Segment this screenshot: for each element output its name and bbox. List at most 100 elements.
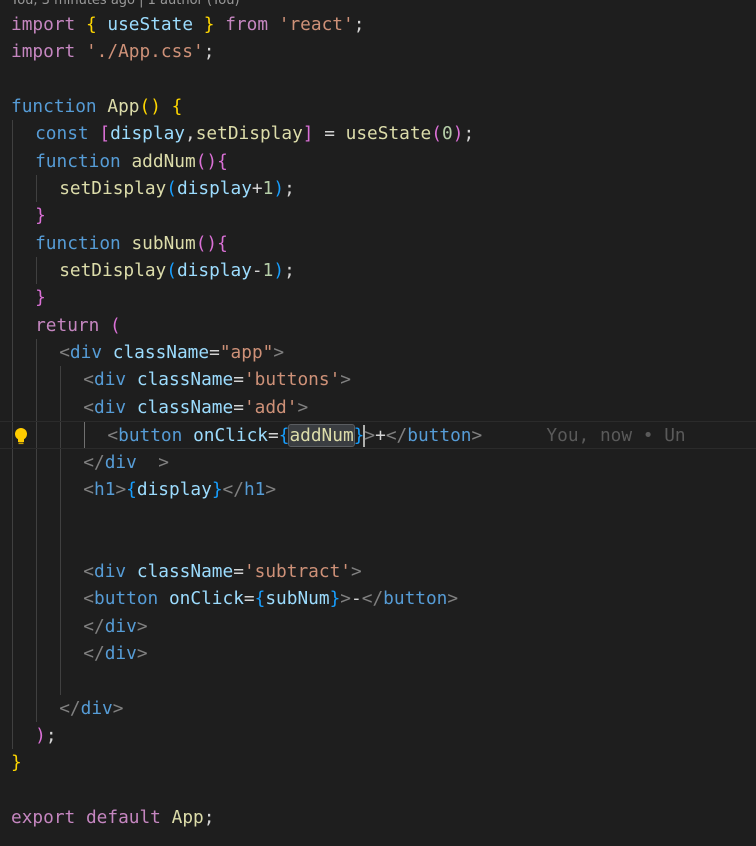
code-token: className <box>136 396 234 418</box>
code-line[interactable]: </div> <box>0 612 756 640</box>
code-token: 0 <box>442 123 453 145</box>
code-line[interactable]: setDisplay(display-1); <box>0 257 756 285</box>
code-token: 'buttons' <box>243 369 341 391</box>
indent-guide <box>12 284 13 312</box>
code-token: > <box>136 642 148 664</box>
indent-guide <box>12 339 13 367</box>
code-token: } <box>211 478 223 500</box>
code-token: addNum <box>131 150 196 172</box>
code-line[interactable]: } <box>0 284 756 312</box>
code-line[interactable]: </div > <box>0 448 756 476</box>
code-text: </div> <box>11 698 123 719</box>
code-token: div <box>94 396 127 418</box>
code-line[interactable] <box>0 777 756 804</box>
code-token: div <box>94 369 127 391</box>
code-line[interactable]: export default App; <box>0 804 756 831</box>
indent-guide <box>12 147 13 176</box>
code-token: subNum <box>265 588 330 610</box>
code-token: = <box>313 123 346 145</box>
code-line[interactable]: function subNum(){ <box>0 229 756 258</box>
code-line[interactable]: <button onClick={subNum}>-</button> <box>0 585 756 613</box>
code-line[interactable]: } <box>0 749 756 776</box>
code-token: , <box>185 123 196 145</box>
code-token: div <box>104 642 137 664</box>
code-line[interactable]: const [display,setDisplay] = useState(0)… <box>0 120 756 148</box>
code-text: setDisplay(display-1); <box>11 260 295 281</box>
code-token: ; <box>203 41 215 63</box>
code-line[interactable]: <h1>{display}</h1> <box>0 475 756 504</box>
code-token: ( <box>166 178 177 200</box>
indent-guide <box>12 475 13 504</box>
indent-guide <box>60 503 62 531</box>
code-line[interactable]: <button onClick={addNum}>+</button> You,… <box>0 421 756 449</box>
code-token: h1 <box>94 478 116 500</box>
code-line[interactable]: <div className='add'> <box>0 393 756 422</box>
code-text: <button onClick={subNum}>-</button> <box>11 588 458 609</box>
indent-guide <box>36 393 38 422</box>
indent-guide <box>60 422 62 448</box>
indent-guide <box>60 448 62 476</box>
code-line[interactable]: setDisplay(display+1); <box>0 175 756 203</box>
code-line[interactable]: <div className="app"> <box>0 339 756 367</box>
inline-blame: You, now • Un <box>482 425 686 447</box>
code-text: <div className="app"> <box>11 342 284 363</box>
code-line[interactable]: </div> <box>0 639 756 668</box>
code-token: setDisplay <box>59 260 167 282</box>
code-token: } <box>35 205 46 227</box>
codelens-blame-header[interactable]: You, 3 minutes ago | 1 author (You) <box>11 0 240 10</box>
code-line[interactable] <box>0 530 756 558</box>
code-line[interactable]: function App() { <box>0 93 756 120</box>
code-line[interactable]: import './App.css'; <box>0 38 756 65</box>
indent-guide <box>84 422 86 448</box>
code-line[interactable]: } <box>0 202 756 230</box>
code-token: - <box>251 260 263 282</box>
code-token: = <box>233 560 244 582</box>
code-token: } <box>11 752 22 774</box>
code-token: ) <box>273 260 285 282</box>
code-line[interactable]: import { useState } from 'react'; <box>0 11 756 38</box>
indent-guide <box>12 585 13 613</box>
code-line[interactable]: <div className='subtract'> <box>0 557 756 586</box>
indent-guide <box>36 475 38 504</box>
code-line[interactable] <box>0 66 756 93</box>
code-line[interactable]: <div className='buttons'> <box>0 366 756 394</box>
indent-guide <box>60 393 62 422</box>
indent-guide <box>12 393 13 422</box>
indent-guide <box>36 585 38 613</box>
code-editor[interactable]: import { useState } from 'react'; import … <box>0 11 756 831</box>
code-line[interactable] <box>0 503 756 531</box>
code-line[interactable]: ); <box>0 721 756 750</box>
code-token: { <box>254 588 266 610</box>
code-token: className <box>112 342 210 364</box>
code-line[interactable]: </div> <box>0 694 756 722</box>
indent-guide <box>60 612 62 640</box>
code-text: export default App; <box>11 807 214 828</box>
code-text: return ( <box>11 315 121 336</box>
code-token: = <box>268 425 279 447</box>
code-token: onClick <box>168 588 244 610</box>
indent-guide <box>12 257 13 285</box>
code-token: { <box>217 150 228 172</box>
indent-guide <box>12 639 13 668</box>
code-token: </ <box>385 425 408 447</box>
lightbulb-icon[interactable] <box>12 426 30 446</box>
code-token: div <box>104 615 137 637</box>
indent-guide <box>12 694 13 722</box>
code-line[interactable]: function addNum(){ <box>0 147 756 176</box>
code-line[interactable]: return ( <box>0 311 756 340</box>
code-text: <h1>{display}</h1> <box>11 479 276 500</box>
code-text: </div > <box>11 452 169 473</box>
code-token: - <box>351 588 362 610</box>
indent-guide <box>36 257 38 285</box>
code-line[interactable] <box>0 667 756 695</box>
